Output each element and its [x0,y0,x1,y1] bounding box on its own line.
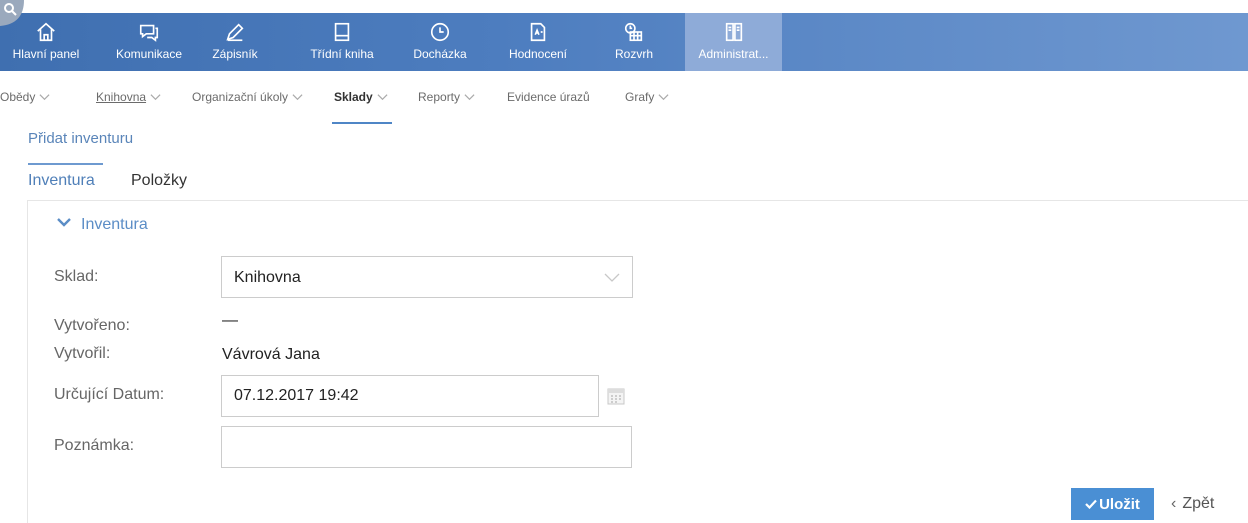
nav-hodnoceni[interactable]: Hodnocení [504,13,572,71]
chevron-down-icon [39,94,50,101]
nav-rozvrh[interactable]: Rozvrh [610,13,658,71]
grade-icon [504,13,572,47]
chevron-down-icon [604,273,620,282]
subnav-knihovna[interactable]: Knihovna [96,90,161,116]
chevron-down-icon [658,94,669,101]
save-button[interactable]: Uložit [1071,488,1154,520]
label-sklad: Sklad: [54,268,99,285]
subnav-organizacni-ukoly[interactable]: Organizační úkoly [192,90,303,116]
book-icon [304,13,380,47]
nav-label: Docházka [413,47,467,61]
chevron-down-icon [150,94,161,101]
nav-zapisnik[interactable]: Zápisník [204,13,266,71]
subnav-label: Grafy [625,90,655,104]
label-urcujici-datum: Určující Datum: [54,386,165,403]
clock-icon [408,13,472,47]
active-tab-indicator [28,163,103,165]
nav-label: Rozvrh [614,47,653,61]
tab-inventura[interactable]: Inventura [28,172,95,190]
nav-label: Administrat... [698,47,769,61]
nav-administrace[interactable]: Administrat... [685,13,782,71]
value-vytvoril: Vávrová Jana [222,346,320,363]
tab-polozky[interactable]: Položky [131,172,187,190]
subnav-label: Knihovna [96,90,147,104]
nav-label: Komunikace [115,47,183,61]
subnav-obedy[interactable]: Obědy [0,90,50,116]
subnav-label: Evidence úrazů [507,90,590,104]
sklad-selected-value: Knihovna [234,269,301,286]
nav-dochazka[interactable]: Docházka [408,13,472,71]
nav-label: Hodnocení [508,47,568,61]
subnav-label: Organizační úkoly [192,90,289,104]
poznamka-input[interactable] [221,426,632,468]
chevron-left-icon: ‹ [1171,495,1177,512]
label-vytvoril: Vytvořil: [54,345,111,362]
admin-icon [685,13,782,47]
search-icon[interactable] [0,0,24,26]
checkmark-icon [1085,499,1097,509]
form-panel [27,200,1248,523]
chevron-down-icon [57,218,71,227]
subnav-reporty[interactable]: Reporty [418,90,475,116]
sub-navigation: Obědy Knihovna Organizační úkoly Sklady … [0,80,1248,124]
label-vytvoreno: Vytvořeno: [54,317,130,334]
urcujici-datum-input[interactable] [221,375,599,417]
subnav-label: Reporty [418,90,461,104]
nav-label: Hlavní panel [12,47,80,61]
nav-label: Zápisník [212,47,258,61]
save-label: Uložit [1099,495,1140,513]
top-navigation-bar: Hlavní panel Komunikace Zápisník Třídní … [0,13,1248,71]
value-vytvoreno: — [222,312,238,329]
sklad-select[interactable]: Knihovna [221,256,633,298]
subnav-grafy[interactable]: Grafy [625,90,669,116]
chevron-down-icon [292,94,303,101]
label-poznamka: Poznámka: [54,437,135,454]
section-toggle-inventura[interactable]: Inventura [57,216,148,234]
schedule-icon [610,13,658,47]
page-title: Přidat inventuru [28,130,134,147]
back-label: Zpět [1182,495,1215,512]
section-title: Inventura [81,216,148,233]
subnav-evidence-urazu[interactable]: Evidence úrazů [507,90,590,116]
nav-komunikace[interactable]: Komunikace [107,13,191,71]
chevron-down-icon [464,94,475,101]
pen-icon [204,13,266,47]
chevron-down-icon [377,94,388,101]
nav-label: Třídní kniha [310,47,374,61]
calendar-icon[interactable] [607,387,625,405]
subnav-label: Obědy [0,90,36,104]
chat-icon [107,13,191,47]
subnav-label: Sklady [334,90,373,104]
back-link[interactable]: ‹ Zpět [1171,495,1214,513]
subnav-sklady[interactable]: Sklady [332,90,392,124]
nav-tridni-kniha[interactable]: Třídní kniha [304,13,380,71]
